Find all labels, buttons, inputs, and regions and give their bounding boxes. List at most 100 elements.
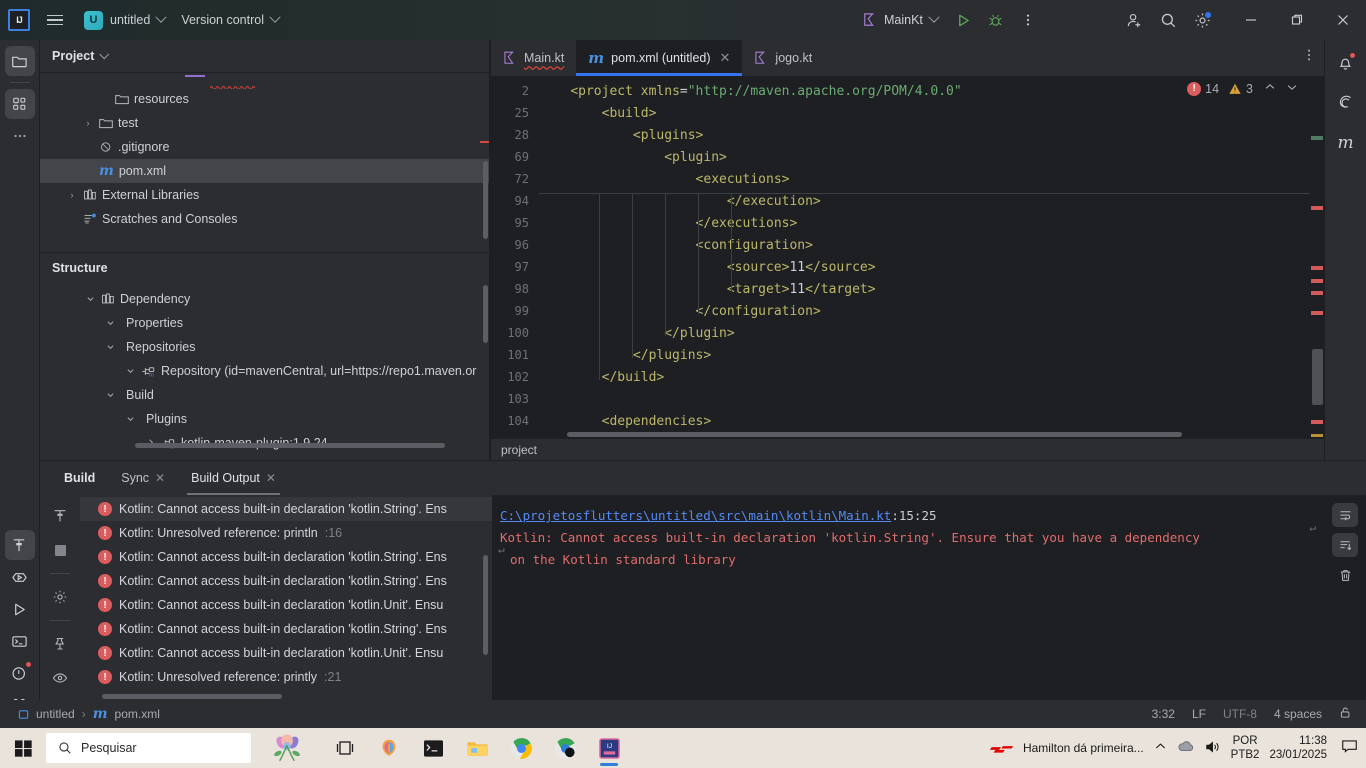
editor-tab[interactable]: Main.kt (491, 40, 576, 76)
build-error-row[interactable]: ! Kotlin: Unresolved reference: println:1… (80, 521, 492, 545)
services-tool-icon[interactable] (5, 562, 35, 592)
status-file-name[interactable]: pom.xml (115, 707, 160, 721)
build-hammer-icon[interactable] (45, 501, 75, 531)
hamburger-menu-icon[interactable] (40, 5, 70, 35)
editor-scrollbar-thumb[interactable] (1312, 349, 1323, 405)
breadcrumb[interactable]: project (491, 438, 1324, 460)
build-error-row[interactable]: ! Kotlin: Cannot access built-in declarat… (80, 593, 492, 617)
maven-tool-icon[interactable]: m (1331, 128, 1361, 158)
project-panel-header[interactable]: Project (40, 40, 489, 72)
volume-icon[interactable] (1205, 740, 1221, 757)
minimize-icon[interactable] (1228, 0, 1274, 40)
inspection-summary[interactable]: ! 14 3 (1187, 81, 1298, 96)
build-error-row[interactable]: ! Kotlin: Cannot access built-in declarat… (80, 497, 492, 521)
more-options-icon[interactable] (1014, 6, 1042, 34)
expand-arrow-icon[interactable]: › (82, 118, 94, 128)
chevron-down-icon[interactable] (104, 342, 116, 353)
stop-icon[interactable] (45, 535, 75, 565)
clear-all-icon[interactable] (1332, 563, 1358, 587)
next-problem-icon[interactable] (1286, 81, 1298, 96)
editor-tab[interactable]: jogo.kt (742, 40, 824, 76)
run-configuration-selector[interactable]: MainKt (855, 9, 946, 31)
version-control-menu[interactable]: Version control (173, 9, 287, 31)
build-tool-icon[interactable] (4, 530, 35, 560)
chevron-down-icon[interactable] (104, 390, 116, 401)
terminal-icon[interactable] (411, 728, 455, 768)
build-tab-build-output[interactable]: Build Output ✕ (183, 465, 284, 495)
detail-file-link[interactable]: C:\projetosflutters\untitled\src\main\ko… (500, 508, 891, 523)
notification-center-icon[interactable] (1341, 739, 1358, 757)
windows-start-icon[interactable] (0, 728, 46, 768)
build-error-row[interactable]: ! Kotlin: Cannot access built-in declarat… (80, 641, 492, 665)
project-tree-item[interactable]: resources (40, 87, 489, 111)
chevron-down-icon[interactable] (104, 318, 116, 329)
editor-tab[interactable]: m pom.xml (untitled) ✕ (576, 40, 743, 76)
unlocked-icon[interactable] (1339, 706, 1352, 722)
more-tool-windows-icon[interactable] (5, 121, 35, 151)
project-tree-item[interactable]: › External Libraries (40, 183, 489, 207)
add-user-icon[interactable] (1120, 6, 1148, 34)
structure-tree-item[interactable]: Dependency (40, 287, 489, 311)
project-tree-item[interactable]: Scratches and Consoles (40, 207, 489, 231)
status-project-name[interactable]: untitled (36, 707, 75, 721)
settings-gear-icon[interactable] (1188, 6, 1216, 34)
copilot-icon[interactable] (367, 728, 411, 768)
line-separator[interactable]: LF (1192, 707, 1206, 721)
notifications-icon[interactable] (1331, 48, 1361, 78)
project-tree-item[interactable]: › test (40, 111, 489, 135)
project-tree-item[interactable]: m pom.xml (40, 159, 489, 183)
build-tab-sync[interactable]: Sync ✕ (113, 465, 173, 491)
file-encoding[interactable]: UTF-8 (1223, 707, 1257, 721)
build-error-list-hscrollbar[interactable] (102, 694, 282, 699)
structure-tree-hscrollbar[interactable] (135, 443, 445, 448)
structure-tree-item[interactable]: Build (40, 383, 489, 407)
editor-marker-bar[interactable] (1310, 120, 1324, 438)
structure-tree-item[interactable]: Properties (40, 311, 489, 335)
build-error-row[interactable]: ! Kotlin: Cannot access built-in declarat… (80, 617, 492, 641)
debug-icon[interactable] (982, 6, 1010, 34)
structure-panel-header[interactable]: Structure (40, 252, 489, 282)
chevron-down-icon[interactable] (124, 366, 136, 377)
run-tool-icon[interactable] (5, 594, 35, 624)
run-icon[interactable] (950, 6, 978, 34)
structure-tree-item[interactable]: Plugins (40, 407, 489, 431)
build-error-row[interactable]: ! Kotlin: Cannot access built-in declarat… (80, 569, 492, 593)
scroll-to-end-icon[interactable] (1332, 533, 1358, 557)
project-tree-scrollbar[interactable] (483, 161, 488, 239)
news-widget[interactable]: Hamilton dá primeira... (988, 741, 1144, 755)
structure-tool-icon[interactable] (4, 89, 35, 119)
build-detail-pane[interactable]: C:\projetosflutters\untitled\src\main\ko… (492, 495, 1366, 701)
maximize-icon[interactable] (1274, 0, 1320, 40)
ai-assistant-icon[interactable] (1331, 88, 1361, 118)
eye-icon[interactable] (45, 663, 75, 693)
close-icon[interactable]: ✕ (720, 50, 731, 66)
chevron-down-icon[interactable] (84, 294, 96, 305)
build-error-row[interactable]: ! Kotlin: Unresolved reference: printly:2… (80, 665, 492, 689)
pin-icon[interactable] (45, 629, 75, 659)
project-tool-icon[interactable] (4, 46, 35, 76)
show-hidden-icons-icon[interactable] (1154, 740, 1167, 756)
editor-hscrollbar[interactable] (567, 432, 1182, 437)
close-icon[interactable]: ✕ (266, 471, 276, 485)
problems-tool-icon[interactable] (5, 658, 35, 688)
close-icon[interactable] (1320, 0, 1366, 40)
search-input[interactable]: Pesquisar (46, 733, 251, 763)
search-icon[interactable] (1154, 6, 1182, 34)
widgets-icon[interactable] (251, 728, 323, 768)
build-error-list[interactable]: ! Kotlin: Cannot access built-in declarat… (80, 495, 492, 701)
project-tree-item[interactable]: .gitignore (40, 135, 489, 159)
file-explorer-icon[interactable] (455, 728, 499, 768)
code-viewport[interactable]: ! 14 3 2 <project xmlns="http://maven.ap… (491, 76, 1324, 438)
tab-options-icon[interactable] (1302, 48, 1316, 65)
soft-wrap-icon[interactable] (1332, 503, 1358, 527)
terminal-tool-icon[interactable] (5, 626, 35, 656)
expand-arrow-icon[interactable]: › (66, 190, 78, 200)
chrome-icon[interactable] (499, 728, 543, 768)
language-indicator[interactable]: POR PTB2 (1231, 734, 1260, 762)
indent-size[interactable]: 4 spaces (1274, 707, 1322, 721)
structure-tree-item[interactable]: m Repository (id=mavenCentral, url=https:… (40, 359, 489, 383)
task-view-icon[interactable] (323, 728, 367, 768)
clock[interactable]: 11:38 23/01/2025 (1269, 734, 1327, 762)
project-selector[interactable]: U untitled (80, 8, 173, 33)
structure-tree-scrollbar[interactable] (483, 285, 488, 343)
